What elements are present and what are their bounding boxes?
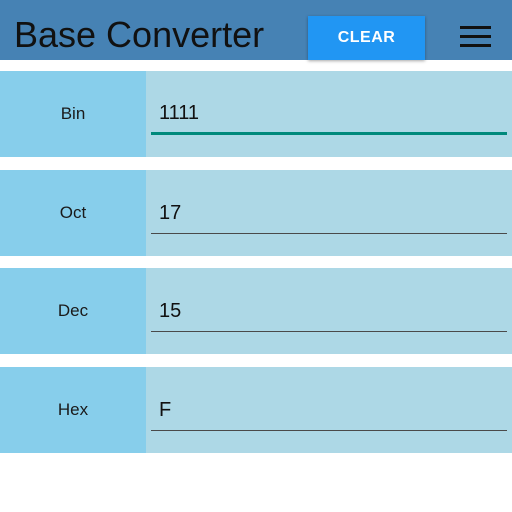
hex-input[interactable] [151,391,507,431]
decimal-input[interactable] [151,292,507,332]
app-title: Base Converter [14,14,265,55]
menu-icon-bar [460,26,491,29]
row-decimal: Dec [0,268,512,354]
clear-button[interactable]: CLEAR [308,16,425,60]
octal-input[interactable] [151,194,507,234]
label-decimal: Dec [0,268,146,354]
menu-icon-bar [460,35,491,38]
label-binary: Bin [0,71,146,157]
label-hex: Hex [0,367,146,453]
base-converter-app: Base Converter CLEAR Bin Oct Dec Hex [0,0,512,512]
label-octal: Oct [0,170,146,256]
menu-icon-bar [460,44,491,47]
row-octal: Oct [0,170,512,256]
app-toolbar: Base Converter CLEAR [0,0,512,60]
row-binary: Bin [0,71,512,157]
row-hex: Hex [0,367,512,453]
hamburger-menu-icon[interactable] [454,16,496,58]
binary-input[interactable] [151,95,507,135]
